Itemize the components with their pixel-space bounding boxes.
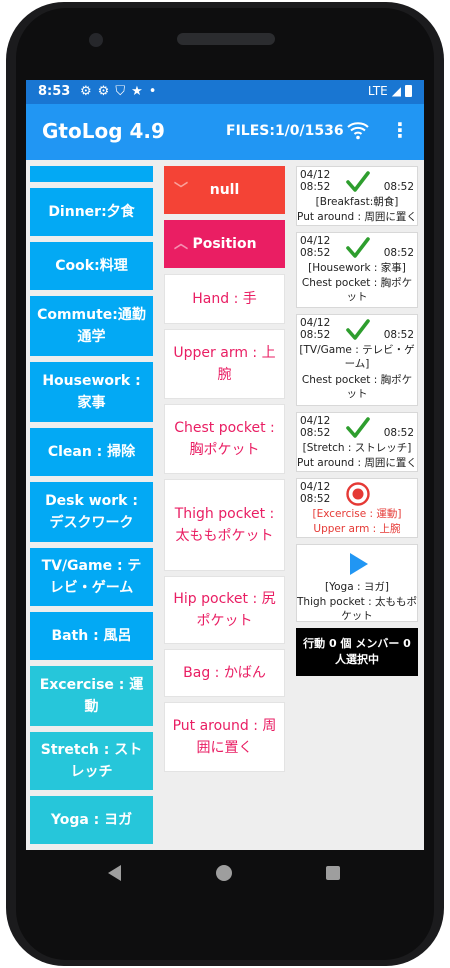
position-button-bag[interactable]: Bag : かばん	[164, 649, 285, 697]
log-activity: [Yoga : ヨガ]	[325, 581, 389, 593]
activity-button-cook[interactable]: Cook:料理	[30, 242, 153, 290]
activity-button-bath[interactable]: Bath : 風呂	[30, 612, 153, 660]
gear-icon: ⚙	[97, 84, 116, 99]
dot-icon: •	[148, 84, 163, 99]
log-card-recording[interactable]: 04/12 08:52 [Excercise : 運動] Upper arm :…	[296, 478, 418, 538]
recents-icon[interactable]	[326, 866, 340, 880]
log-activity: [Stretch : ストレッチ]	[302, 442, 412, 454]
app-title: GtoLog 4.9	[42, 119, 165, 143]
selection-status: 行動 0 個 メンバー 0 人選択中	[296, 628, 418, 676]
gear-icon: ⚙	[80, 84, 98, 99]
log-card[interactable]: 04/12 08:52 08:52 [Stretch : ストレッチ] Put …	[296, 412, 418, 472]
log-activity: [TV/Game : テレビ・ゲーム]	[299, 344, 415, 370]
chevron-up-icon: ︿	[174, 236, 188, 252]
log-start-time: 08:52	[300, 247, 331, 259]
log-start-time: 08:52	[300, 329, 331, 341]
chevron-down-icon: ﹀	[174, 182, 188, 198]
activity-button-yoga[interactable]: Yoga : ヨガ	[30, 796, 153, 844]
shield-icon: ⛉	[115, 84, 132, 99]
position-button-upper-arm[interactable]: Upper arm : 上腕	[164, 329, 285, 399]
status-right: LTE ◢	[368, 84, 412, 98]
activity-button-desk-work[interactable]: Desk work : デスクワーク	[30, 482, 153, 542]
navigation-bar	[26, 850, 424, 896]
log-end-time: 08:52	[383, 247, 414, 259]
log-date: 04/12	[300, 481, 331, 493]
status-bar: 8:53 ⚙⚙⛉★• LTE ◢	[26, 80, 424, 104]
position-header-label: Position	[192, 236, 257, 252]
checkmark-icon	[346, 319, 370, 340]
record-icon[interactable]	[345, 481, 371, 507]
star-icon: ★	[131, 84, 149, 99]
activity-button-commute[interactable]: Commute:通勤通学	[30, 296, 153, 356]
activity-button-housework[interactable]: Housework : 家事	[30, 362, 153, 422]
log-start-time: 08:52	[300, 427, 331, 439]
status-time: 8:53	[38, 84, 71, 99]
position-button-put-around[interactable]: Put around : 周囲に置く	[164, 702, 285, 772]
notification-icons: ⚙⚙⛉★•	[80, 84, 162, 99]
activity-button-dinner[interactable]: Dinner:夕食	[30, 188, 153, 236]
log-position: Chest pocket : 胸ポケット	[301, 277, 413, 303]
front-camera	[89, 33, 103, 47]
checkmark-icon	[346, 171, 370, 192]
log-date: 04/12	[300, 317, 331, 329]
position-button-thigh-pocket[interactable]: Thigh pocket : 太ももポケット	[164, 479, 285, 571]
log-end-time: 08:52	[383, 329, 414, 341]
wifi-icon[interactable]	[346, 118, 370, 142]
log-activity: [Housework : 家事]	[308, 262, 406, 274]
signal-icon: ◢	[391, 84, 401, 98]
home-icon[interactable]	[216, 865, 232, 881]
position-button-hand[interactable]: Hand : 手	[164, 274, 285, 324]
log-card[interactable]: 04/12 08:52 08:52 [TV/Game : テレビ・ゲーム] Ch…	[296, 314, 418, 406]
log-end-time: 08:52	[383, 181, 414, 193]
activity-button-stretch[interactable]: Stretch : ストレッチ	[30, 732, 153, 790]
log-card[interactable]: 04/12 08:52 08:52 [Housework : 家事] Chest…	[296, 232, 418, 308]
activity-button-tv-game[interactable]: TV/Game : テレビ・ゲーム	[30, 548, 153, 606]
activity-button-excercise[interactable]: Excercise : 運動	[30, 666, 153, 726]
log-start-time: 08:52	[300, 493, 331, 505]
log-activity: [Excercise : 運動]	[312, 508, 402, 520]
log-card[interactable]: 04/12 08:52 08:52 [Breakfast:朝食] Put aro…	[296, 166, 418, 226]
null-header[interactable]: ﹀ null	[164, 166, 285, 214]
log-date: 04/12	[300, 415, 331, 427]
log-position: Upper arm : 上腕	[313, 523, 401, 535]
position-button-chest-pocket[interactable]: Chest pocket : 胸ポケット	[164, 404, 285, 474]
files-counter: FILES:1/0/1536	[226, 123, 344, 139]
log-card-next[interactable]: [Yoga : ヨガ] Thigh pocket : 太ももポケット	[296, 544, 418, 622]
log-start-time: 08:52	[300, 181, 331, 193]
log-date: 04/12	[300, 169, 331, 181]
overflow-menu-icon[interactable]: ⋮	[388, 118, 412, 142]
log-position: Put around : 周囲に置く	[297, 211, 417, 223]
screen: 8:53 ⚙⚙⛉★• LTE ◢ GtoLog 4.9 FILES:1/0/15…	[26, 80, 424, 850]
log-date: 04/12	[300, 235, 331, 247]
activity-button-partial[interactable]	[30, 166, 153, 182]
back-icon[interactable]	[108, 865, 121, 881]
log-end-time: 08:52	[383, 427, 414, 439]
earpiece-speaker	[177, 33, 275, 45]
activity-button-clean[interactable]: Clean : 掃除	[30, 428, 153, 476]
battery-icon	[405, 85, 412, 97]
position-header[interactable]: ︿ Position	[164, 220, 285, 268]
position-button-hip-pocket[interactable]: Hip pocket : 尻ポケット	[164, 576, 285, 644]
log-position: Chest pocket : 胸ポケット	[301, 374, 413, 400]
log-position: Thigh pocket : 太ももポケット	[297, 596, 418, 622]
network-type: LTE	[367, 84, 388, 98]
app-bar: GtoLog 4.9 FILES:1/0/1536 ⋮	[26, 104, 424, 160]
log-activity: [Breakfast:朝食]	[315, 196, 399, 208]
null-header-label: null	[209, 182, 240, 198]
checkmark-icon	[346, 237, 370, 258]
play-icon[interactable]	[345, 551, 371, 577]
checkmark-icon	[346, 417, 370, 438]
log-position: Put around : 周囲に置く	[297, 457, 417, 469]
